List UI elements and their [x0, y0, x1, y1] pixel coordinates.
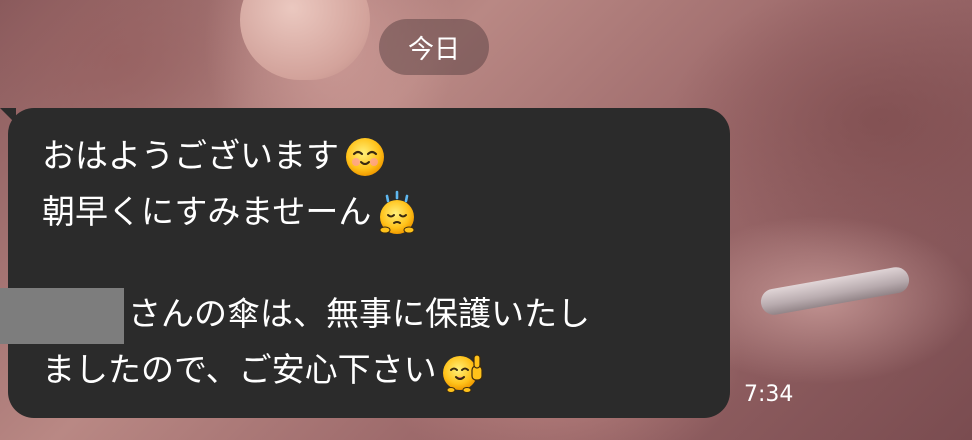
background-photo-ring [758, 265, 912, 317]
redacted-name-block [0, 288, 124, 344]
date-separator: 今日 [379, 19, 489, 75]
sweating-face-sticker-icon [379, 190, 415, 234]
smiling-face-sticker-icon [346, 138, 384, 176]
message-line-1: おはようございます [42, 128, 696, 184]
message-line-1-text: おはようございます [42, 136, 339, 175]
message-line-5-text: ましたので、ご安心下さい [42, 350, 437, 389]
message-line-2: 朝早くにすみませーん [42, 184, 696, 240]
message-line-4-text: さんの傘は、無事に保護いたし [128, 294, 590, 333]
message-line-2-text: 朝早くにすみませーん [42, 192, 372, 231]
thumbs-up-face-sticker-icon [442, 354, 483, 393]
message-timestamp: 7:34 [744, 382, 794, 407]
background-photo-finger [240, 0, 370, 80]
date-separator-label: 今日 [407, 34, 460, 65]
message-line-4: さんの傘は、無事に保護いたし [42, 286, 696, 342]
message-line-3 [42, 240, 696, 286]
chat-background: 今日 おはようございます 朝早くにすみませーん さんの傘は、無事に保護いたし ま… [0, 0, 972, 440]
message-line-5: ましたので、ご安心下さい [42, 342, 696, 398]
message-bubble[interactable]: おはようございます 朝早くにすみませーん さんの傘は、無事に保護いたし ましたの… [8, 108, 730, 418]
